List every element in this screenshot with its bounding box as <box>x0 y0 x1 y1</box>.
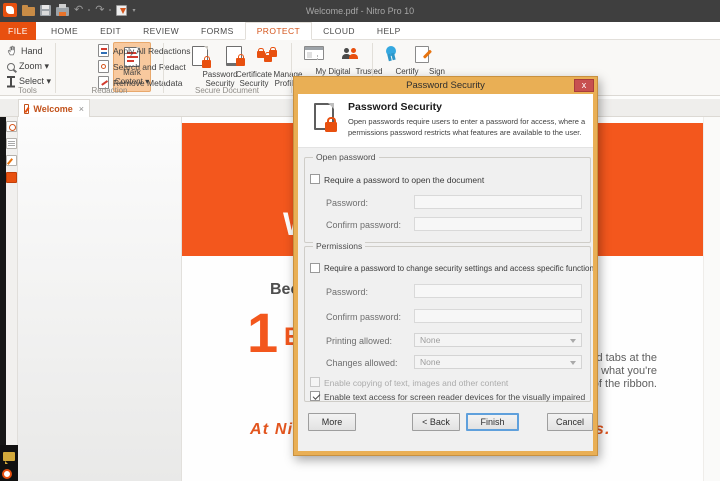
open-folder-icon[interactable] <box>22 7 35 16</box>
sign-label: Sign <box>422 68 452 77</box>
zoom-icon <box>7 63 15 71</box>
certify-icon <box>385 46 397 62</box>
titlebar: ↶ ↷ ▾ Welcome.pdf - Nitro Pro 10 <box>0 0 720 22</box>
dialog-header: Password Security Open passwords require… <box>298 94 593 148</box>
window-title: Welcome.pdf - Nitro Pro 10 <box>306 0 414 22</box>
tab-help[interactable]: HELP <box>366 22 412 40</box>
more-button[interactable]: More <box>308 413 356 431</box>
secure-caption: Secure Document <box>164 86 290 95</box>
signature-icon[interactable] <box>6 155 17 166</box>
print-icon[interactable] <box>56 7 69 16</box>
printing-allowed-select[interactable]: None <box>414 333 582 347</box>
hand-tool[interactable]: Hand <box>7 45 43 56</box>
tab-cloud[interactable]: CLOUD <box>312 22 366 40</box>
ribbon-group-redaction: Mark Content ▾ Apply All Redactions Sear… <box>56 40 163 96</box>
quick-access-toolbar: ↶ ↷ ▾ <box>3 3 135 17</box>
require-open-password-checkbox[interactable] <box>310 174 320 184</box>
right-margin <box>703 117 720 481</box>
require-permissions-password-label: Require a password to change security se… <box>324 264 593 273</box>
document-tab-label: Welcome <box>33 104 72 114</box>
password-security-icon <box>192 46 208 66</box>
apply-redactions-icon <box>98 44 109 57</box>
close-icon[interactable]: x <box>574 79 594 92</box>
manage-profiles-icon <box>257 46 279 66</box>
manage-profiles-button[interactable]: Manage Profiles <box>248 42 288 90</box>
enable-screen-reader-checkbox[interactable] <box>310 391 320 401</box>
perm-password-field-label: Password: <box>326 287 368 297</box>
welcome-doc-icon <box>24 104 29 114</box>
zoom-label: Zoom ▾ <box>19 61 49 72</box>
password-security-dialog: Password Security x Password Security Op… <box>293 76 598 456</box>
open-password-field-label: Password: <box>326 198 368 208</box>
app-window: ↶ ↷ ▾ Welcome.pdf - Nitro Pro 10 FILE HO… <box>0 0 720 481</box>
comment-icon[interactable] <box>3 452 15 461</box>
undo-icon[interactable]: ↶ <box>74 3 83 17</box>
open-confirm-input[interactable] <box>414 217 582 231</box>
enable-copying-checkbox[interactable] <box>310 377 320 387</box>
left-sidebar <box>6 117 18 481</box>
enable-copying-label: Enable copying of text, images and other… <box>324 378 508 388</box>
perm-password-input[interactable] <box>414 284 582 298</box>
changes-allowed-select[interactable]: None <box>414 355 582 369</box>
redo-icon[interactable]: ↷ <box>95 3 104 17</box>
enable-screen-reader-label: Enable text access for screen reader dev… <box>324 392 585 402</box>
tools-caption: Tools <box>0 86 55 95</box>
changes-allowed-label: Changes allowed: <box>326 358 398 368</box>
dialog-lock-icon <box>314 103 334 130</box>
redo-dropdown[interactable] <box>109 9 111 11</box>
perm-confirm-input[interactable] <box>414 309 582 323</box>
require-open-password-label: Require a password to open the document <box>324 175 484 185</box>
tab-protect[interactable]: PROTECT <box>245 22 312 40</box>
grid-icon[interactable] <box>6 138 17 149</box>
sign-icon <box>415 46 429 63</box>
dialog-title: Password Security <box>294 77 597 94</box>
search-redact-icon <box>98 60 109 73</box>
navigation-panel <box>18 117 182 481</box>
open-password-group-label: Open password <box>313 152 379 162</box>
tab-forms[interactable]: FORMS <box>190 22 245 40</box>
perm-confirm-field-label: Confirm password: <box>326 312 401 322</box>
back-button[interactable]: < Back <box>412 413 460 431</box>
require-permissions-password-checkbox[interactable] <box>310 263 320 273</box>
nitro-logo <box>3 3 17 17</box>
ribbon-group-secure: Password Security Certificate Security M… <box>164 40 290 96</box>
ribbon-tab-row: FILE HOME EDIT REVIEW FORMS PROTECT CLOU… <box>0 22 720 40</box>
bookmark-icon[interactable] <box>6 172 17 183</box>
select-mode-caret[interactable]: ▾ <box>132 7 135 14</box>
cancel-button[interactable]: Cancel <box>547 413 593 431</box>
tab-file[interactable]: FILE <box>0 22 36 40</box>
redaction-caption: Redaction <box>56 86 163 95</box>
tab-edit[interactable]: EDIT <box>89 22 132 40</box>
open-password-input[interactable] <box>414 195 582 209</box>
search-pages-icon[interactable] <box>6 121 17 132</box>
printing-allowed-label: Printing allowed: <box>326 336 392 346</box>
dialog-body: Password Security Open passwords require… <box>298 94 593 451</box>
ribbon-group-tools: Hand Zoom ▾ Select ▾ Tools <box>0 40 55 96</box>
document-tab-close-icon[interactable]: × <box>79 104 84 114</box>
dialog-header-desc: Open passwords require users to enter a … <box>348 117 585 138</box>
tab-home[interactable]: HOME <box>40 22 89 40</box>
zoom-tool[interactable]: Zoom ▾ <box>7 61 49 72</box>
tab-review[interactable]: REVIEW <box>132 22 190 40</box>
dialog-header-title: Password Security <box>348 101 442 113</box>
hand-label: Hand <box>21 46 43 56</box>
hand-icon <box>7 45 17 56</box>
document-tab-welcome[interactable]: Welcome × <box>18 99 90 117</box>
step-number: 1 <box>247 305 278 361</box>
open-confirm-field-label: Confirm password: <box>326 220 401 230</box>
id-card-icon <box>304 46 324 60</box>
permissions-group-label: Permissions <box>313 241 365 251</box>
select-mode-icon[interactable] <box>116 5 127 16</box>
save-icon[interactable] <box>40 5 51 16</box>
undo-dropdown[interactable] <box>88 9 90 11</box>
trusted-contacts-icon <box>342 46 360 59</box>
finish-button[interactable]: Finish <box>466 413 519 431</box>
certificate-security-icon <box>226 46 242 66</box>
stamp-icon[interactable] <box>2 469 12 479</box>
